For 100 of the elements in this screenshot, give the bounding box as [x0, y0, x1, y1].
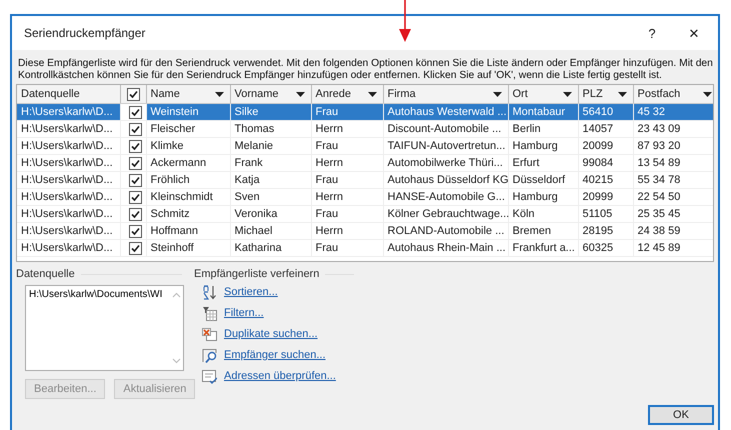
column-header[interactable]: Name	[146, 85, 230, 103]
table-row[interactable]: H:\Users\karlw\D... Schmitz Veronika Frau Kölner Gebrauchtwage... Köln 51105 25 35 45	[17, 206, 713, 222]
table-cell: Katja	[234, 174, 260, 186]
close-button[interactable]: ✕	[676, 19, 712, 47]
table-cell: H:\Users\karlw\D...	[21, 242, 113, 254]
dropdown-icon[interactable]	[618, 92, 626, 96]
table-cell: HANSE-Automobile G...	[388, 191, 505, 203]
link[interactable]: Filtern...	[224, 307, 264, 319]
table-cell: Frau	[316, 106, 338, 118]
table-row[interactable]: H:\Users\karlw\D... Ackermann Frank Herrn Automobilwerke Thüri... Erfurt 99084 13 54 89	[17, 154, 713, 172]
checkbox[interactable]	[128, 106, 142, 118]
table-cell: 60325	[582, 242, 614, 254]
checkbox[interactable]	[128, 208, 142, 220]
table-cell: Kölner Gebrauchtwage...	[388, 208, 510, 220]
table-row[interactable]: H:\Users\karlw\D... Weinstein Silke Frau Autohaus Westerwald ... Montabaur 56410 45 32	[17, 104, 713, 120]
table-row[interactable]: H:\Users\karlw\D... Fleischer Thomas Herrn Discount-Automobile ... Berlin 14057 23 43 09	[17, 120, 713, 138]
table-row[interactable]: H:\Users\karlw\D... Kleinschmidt Sven Herrn HANSE-Automobile G... Hamburg 20999 22 54 50	[17, 188, 713, 206]
checkbox[interactable]	[128, 140, 142, 152]
table-cell: 28195	[582, 225, 614, 237]
checkbox[interactable]	[126, 88, 140, 100]
column-header[interactable]: Postfach	[634, 85, 713, 103]
table-cell: 56410	[582, 106, 614, 118]
table-cell: Melanie	[234, 140, 274, 152]
checklist-icon	[202, 368, 217, 384]
dropdown-icon[interactable]	[368, 92, 376, 96]
checkbox[interactable]	[128, 174, 142, 186]
list-item[interactable]: H:\Users\karlw\Documents\WI	[29, 289, 169, 300]
table-cell: Michael	[234, 225, 272, 237]
table-cell: Frau	[316, 140, 338, 152]
table-cell: H:\Users\karlw\D...	[21, 123, 113, 135]
table-cell: Erfurt	[512, 157, 540, 169]
filter-table-icon	[202, 306, 217, 320]
table-cell: Hoffmann	[150, 225, 198, 237]
table-cell: 23 43 09	[638, 123, 680, 135]
table-cell: Sven	[234, 191, 260, 203]
table-cell: Hamburg	[512, 191, 558, 203]
table-cell: Steinhoff	[150, 242, 194, 254]
description-text: Diese Empfängerliste wird für den Seriendruck verwendet. Mit den folgenden Optionen können Sie die Liste ändern oder Empfänger hinzufügen. Mit den Kontrollkästchen können Sie für den Seriendruck Empfänger hinzufügen oder entfernen. Klicken Sie auf 'OK', wenn die Liste fertig gestellt ist.	[18, 58, 714, 82]
checkbox[interactable]	[128, 242, 142, 254]
table-cell: Discount-Automobile ...	[388, 123, 502, 135]
window-title: Seriendruckempfänger	[24, 26, 146, 40]
column-header[interactable]: Firma	[384, 85, 508, 103]
table-cell: Berlin	[512, 123, 541, 135]
link[interactable]: Duplikate suchen...	[224, 328, 318, 340]
table-cell: TAIFUN-Autovertretun...	[388, 140, 506, 152]
table-cell: H:\Users\karlw\D...	[21, 174, 113, 186]
column-header[interactable]: Anrede	[312, 85, 382, 103]
checkbox[interactable]	[128, 224, 142, 238]
section-label: Empfängerliste verfeinern	[194, 268, 320, 280]
column-header[interactable]: Ort	[508, 85, 578, 103]
table-row[interactable]: H:\Users\karlw\D... Steinhoff Katharina Frau Autohaus Rhein-Main ... Frankfurt a... 60325 12 45 89	[17, 240, 713, 256]
dropdown-icon[interactable]	[296, 92, 304, 96]
table-cell: 55 34 78	[638, 174, 680, 186]
ok-button[interactable]: OK	[648, 405, 714, 425]
table-cell: Bremen	[512, 225, 552, 237]
table-row[interactable]: H:\Users\karlw\D... Klimke Melanie Frau TAIFUN-Autovertretun... Hamburg 20099 87 93 20	[17, 138, 713, 154]
help-button[interactable]: ?	[634, 19, 670, 47]
table-cell: Herrn	[316, 191, 344, 203]
checkbox[interactable]	[128, 156, 142, 170]
checkbox[interactable]	[128, 190, 142, 204]
table-cell: 13 54 89	[638, 157, 680, 169]
section-label: Datenquelle	[16, 268, 75, 280]
search-icon	[202, 348, 217, 362]
dropdown-icon[interactable]	[214, 92, 224, 96]
dropdown-icon[interactable]	[492, 92, 502, 96]
table-cell: Klimke	[150, 140, 184, 152]
checkbox[interactable]	[128, 122, 142, 136]
table-cell: 51105	[582, 208, 612, 220]
annotation-arrow	[399, 0, 411, 42]
sort-icon	[202, 284, 217, 300]
dropdown-icon[interactable]	[703, 92, 712, 96]
table-cell: 20999	[582, 191, 614, 203]
table-cell: 22 54 50	[638, 191, 680, 203]
column-header[interactable]: Datenquelle	[17, 85, 120, 103]
table-cell: Frank	[234, 157, 263, 169]
column-header[interactable]: PLZ	[578, 85, 632, 103]
table-cell: Thomas	[234, 123, 274, 135]
table-cell: 87 93 20	[638, 140, 680, 152]
table-cell: Autohaus Westerwald ...	[388, 106, 507, 118]
table-cell: 14057	[582, 123, 614, 135]
table-cell: 45 32	[638, 106, 666, 118]
column-header[interactable]: Vorname	[230, 85, 310, 103]
table-cell: Schmitz	[150, 208, 190, 220]
duplicate-icon	[202, 326, 217, 342]
link[interactable]: Sortieren...	[224, 286, 278, 298]
dropdown-icon[interactable]	[562, 92, 572, 96]
table-row[interactable]: H:\Users\karlw\D... Hoffmann Michael Herrn ROLAND-Automobile ... Bremen 28195 24 38 59	[17, 222, 713, 240]
table-cell: Hamburg	[512, 140, 558, 152]
link[interactable]: Adressen überprüfen...	[224, 370, 336, 382]
link[interactable]: Empfänger suchen...	[224, 349, 326, 361]
table-row[interactable]: H:\Users\karlw\D... Fröhlich Katja Frau Autohaus Düsseldorf KG Düsseldorf 40215 55 34 78	[17, 172, 713, 188]
table-cell: H:\Users\karlw\D...	[21, 225, 113, 237]
table-cell: Fröhlich	[150, 174, 190, 186]
table-cell: Herrn	[316, 157, 344, 169]
table-cell: Frankfurt a...	[512, 242, 575, 254]
data-source-list[interactable]: H:\Users\karlw\Documents\WI	[25, 285, 184, 371]
table-cell: 99084	[582, 157, 614, 169]
table-cell: 25 35 45	[638, 208, 680, 220]
table-cell: 20099	[582, 140, 614, 152]
table-cell: Frau	[316, 174, 338, 186]
